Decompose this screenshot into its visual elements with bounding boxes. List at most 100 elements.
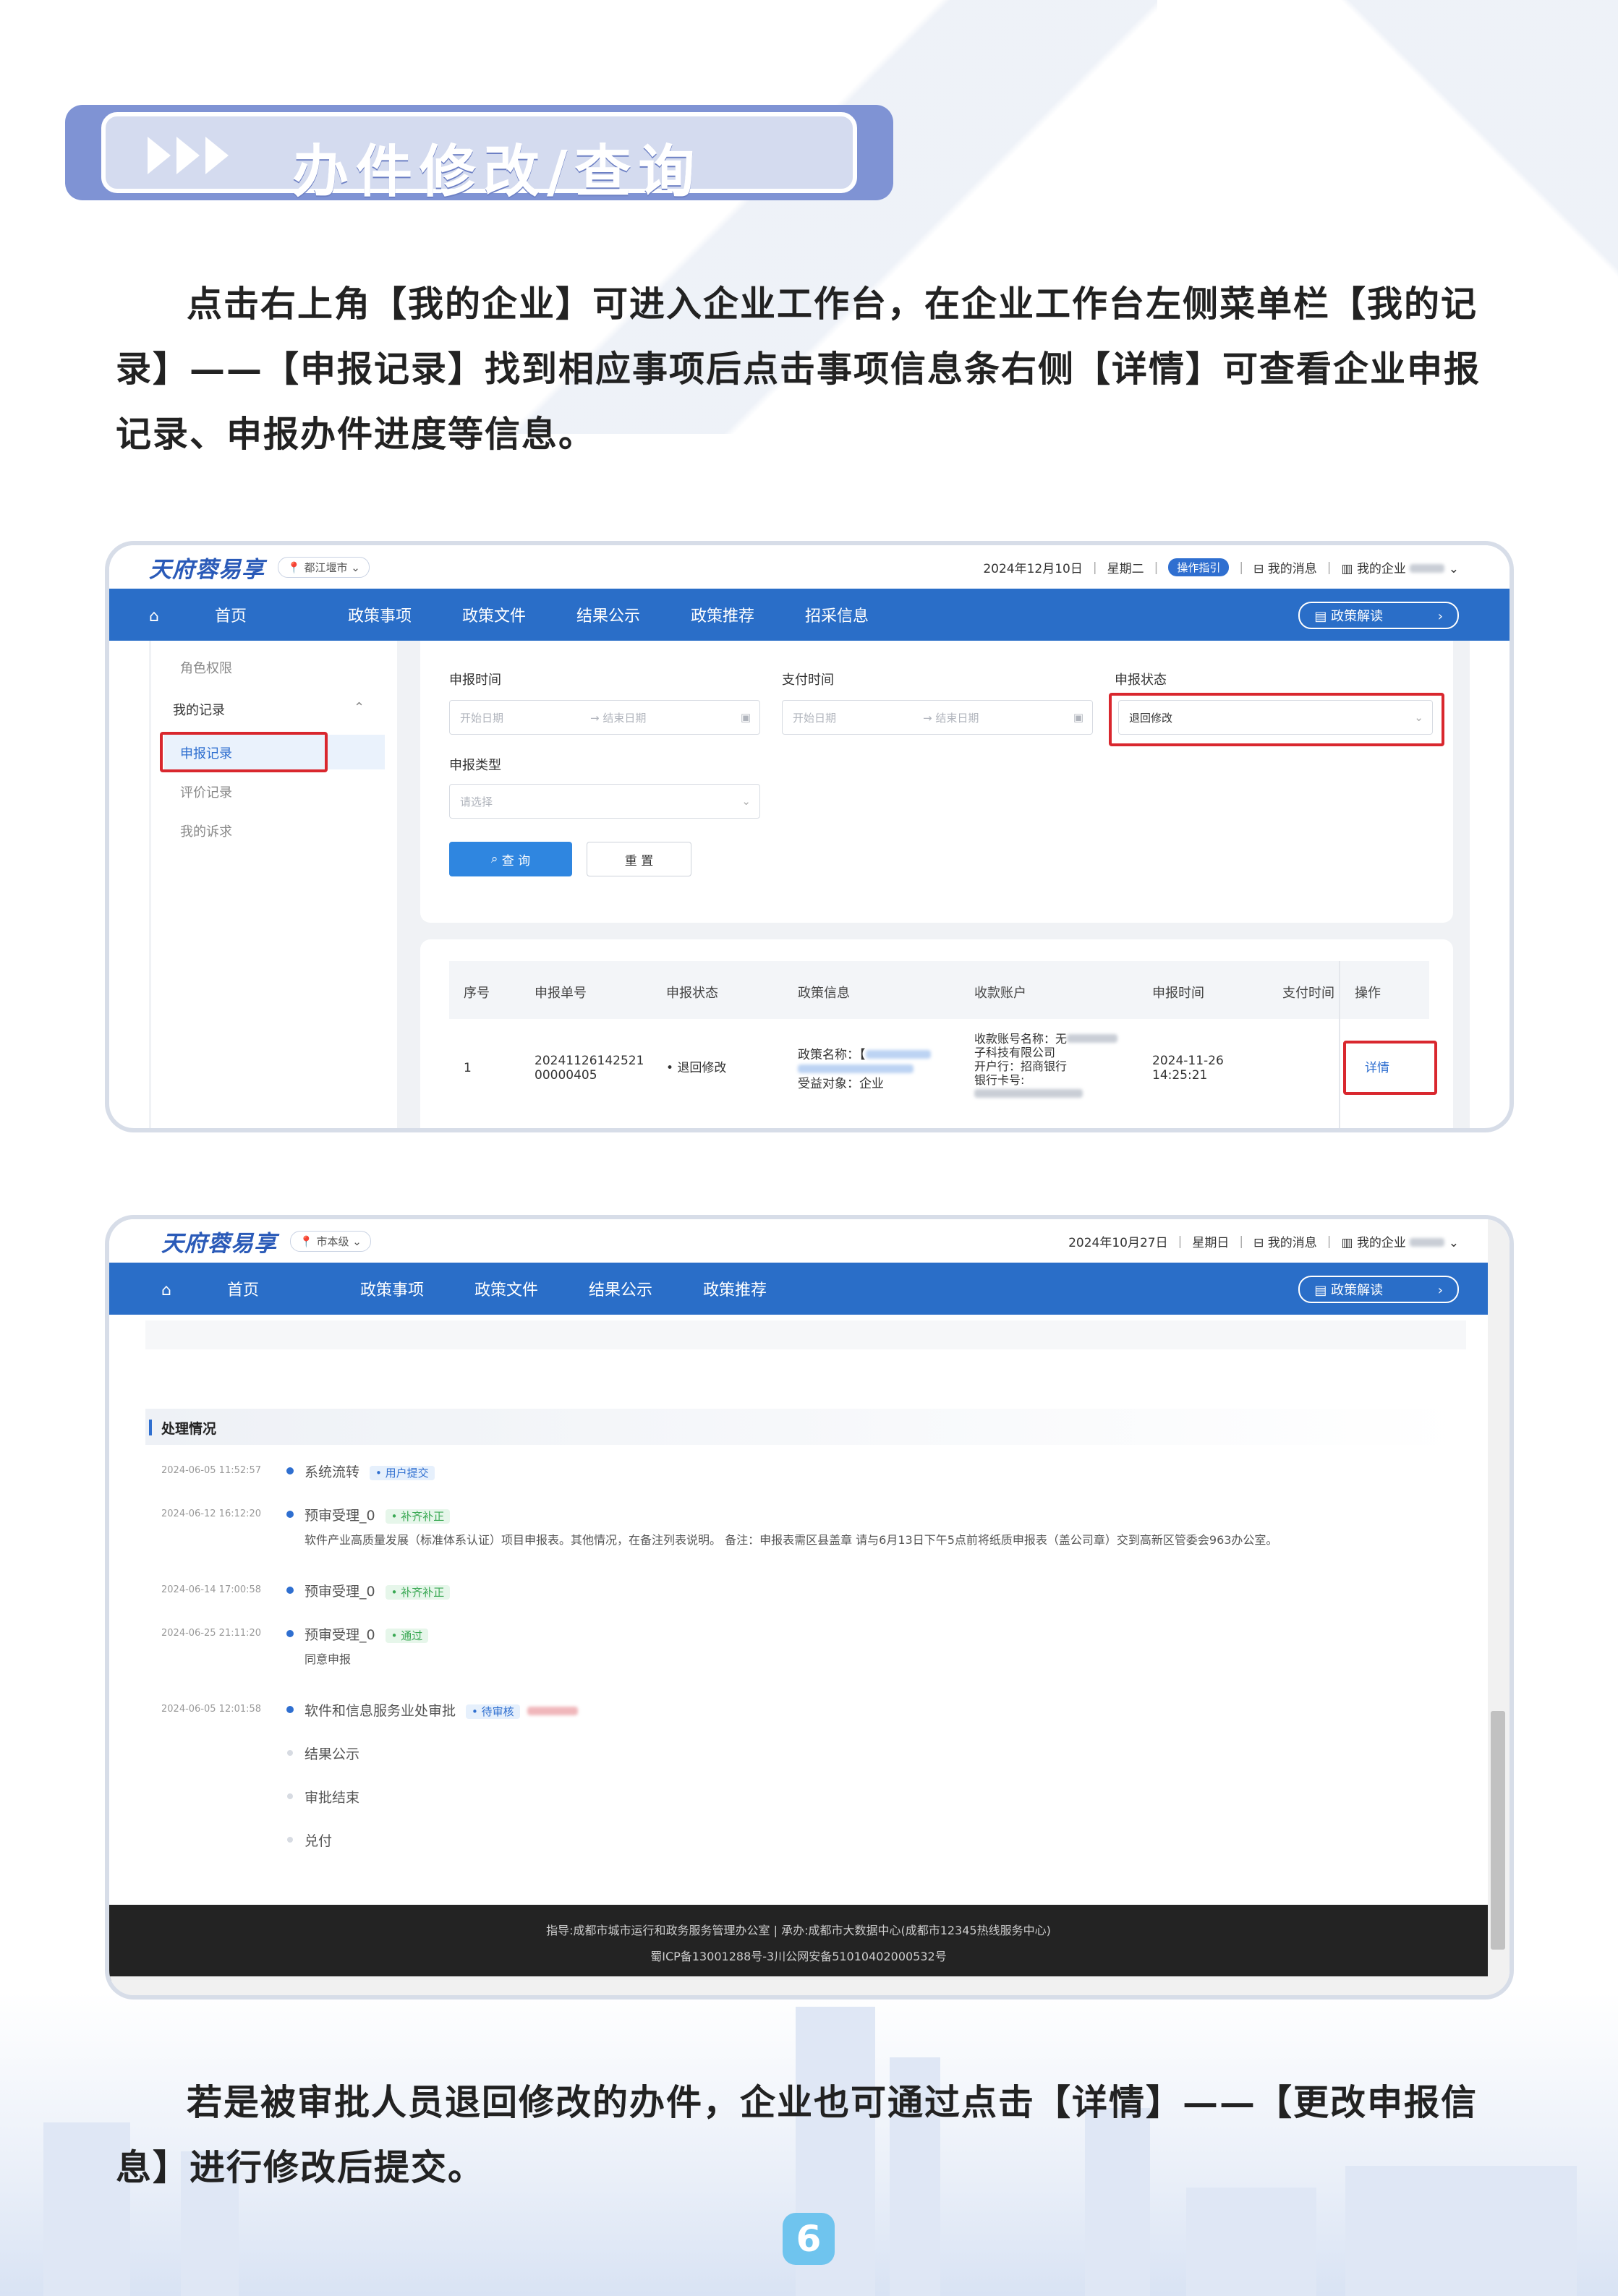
col-account: 收款账户	[974, 986, 1026, 1001]
current-date: 2024年10月27日	[1068, 1236, 1168, 1250]
row-apply-time: 2024-11-26 14:25:21	[1152, 1054, 1224, 1083]
timeline-step: 软件和信息服务业处审批 • 待审核	[305, 1700, 578, 1720]
message-icon: ⊟	[1253, 1236, 1264, 1250]
nav-results[interactable]: 结果公示	[576, 603, 640, 626]
row-policy: 政策名称：【 受益对象：企业	[798, 1048, 950, 1091]
timeline-step: 预审受理_0 • 通过	[305, 1624, 429, 1644]
chevron-up-icon: ⌃	[354, 700, 365, 715]
home-icon: ⌂	[149, 607, 159, 626]
nav-policy-items[interactable]: 政策事项	[360, 1277, 424, 1300]
menu-appeals[interactable]: 我的诉求	[180, 821, 232, 840]
calendar-icon: ▣	[740, 711, 751, 724]
guide-button[interactable]: 操作指引	[1168, 558, 1230, 576]
pay-time-label: 支付时间	[782, 673, 834, 688]
highlight-status	[1109, 693, 1444, 746]
nav-procurement[interactable]: 招采信息	[805, 603, 869, 626]
timeline-date: 2024-06-14 17:00:58	[161, 1584, 262, 1595]
row-index: 1	[464, 1061, 472, 1075]
site-logo: 天府蓉易享	[161, 1230, 277, 1257]
policy-interpret-button[interactable]: ▤ 政策解读 ›	[1298, 602, 1459, 629]
site-footer: 指导:成都市城市运行和政务服务管理办公室 | 承办:成都市大数据中心(成都市12…	[109, 1905, 1488, 1981]
apply-time-range[interactable]: 开始日期 → 结束日期 ▣	[449, 700, 760, 735]
building-icon: ▥	[1341, 1236, 1353, 1250]
home-icon: ⌂	[161, 1281, 171, 1299]
message-icon: ⊟	[1253, 562, 1264, 576]
nav-recommend[interactable]: 政策推荐	[703, 1277, 767, 1300]
sidebar-menu: 角色权限 我的记录 ⌃ 申报记录 评价记录 我的诉求	[151, 641, 397, 1128]
col-status: 申报状态	[666, 986, 718, 1001]
nav-results[interactable]: 结果公示	[589, 1277, 652, 1300]
site-logo: 天府蓉易享	[149, 556, 265, 583]
my-company-link[interactable]: ▥ 我的企业 ⌄	[1341, 558, 1459, 576]
timeline-note: 同意申报	[305, 1652, 352, 1666]
intro-paragraph: 点击右上角【我的企业】可进入企业工作台，在企业工作台左侧菜单栏【我的记录】——【…	[116, 283, 1481, 455]
section-title: 处理情况	[161, 1421, 217, 1437]
nav-home[interactable]: ⌂ 首页	[161, 1277, 310, 1300]
highlight-apply-records	[160, 732, 328, 772]
nav-policy-files[interactable]: 政策文件	[474, 1277, 538, 1300]
current-weekday: 星期二	[1107, 562, 1144, 576]
highlight-detail	[1343, 1041, 1437, 1095]
screenshot-apply-records: 天府蓉易享 📍 都江堰市 ⌄ 2024年12月10日 | 星期二 | 操作指引 | ⊟…	[105, 541, 1514, 1132]
col-policy: 政策信息	[798, 986, 850, 1001]
menu-eval-records[interactable]: 评价记录	[180, 782, 232, 801]
timeline-dot	[287, 1793, 293, 1799]
apply-status-label: 申报状态	[1115, 673, 1167, 688]
scrollbar[interactable]	[1488, 1219, 1510, 1995]
col-apply-time: 申报时间	[1152, 986, 1204, 1001]
location-selector[interactable]: 📍 都江堰市 ⌄	[278, 556, 370, 578]
messages-link[interactable]: ⊟ 我的消息	[1253, 558, 1317, 576]
row-account: 收款账号名称：无 子科技有限公司 开户行：招商银行 银行卡号:	[974, 1032, 1118, 1101]
timeline-pending: 兑付	[305, 1833, 333, 1849]
heading-banner: 办件修改/查询	[65, 105, 893, 205]
pay-time-range[interactable]: 开始日期 → 结束日期 ▣	[782, 700, 1093, 735]
timeline-dot	[286, 1630, 294, 1637]
footer-line: 指导:成都市城市运行和政务服务管理办公室 | 承办:成都市大数据中心(成都市12…	[546, 1924, 1051, 1937]
heading-title: 办件修改/查询	[292, 140, 702, 205]
timeline-date: 2024-06-25 21:11:20	[161, 1628, 262, 1639]
footer-line: 蜀ICP备13001288号-3川公网安备51010402000532号	[650, 1950, 947, 1963]
col-number: 申报单号	[535, 986, 587, 1001]
timeline-date: 2024-06-05 11:52:57	[161, 1465, 262, 1476]
col-index: 序号	[464, 986, 490, 1001]
nav-policy-items[interactable]: 政策事项	[348, 603, 412, 626]
timeline-dot	[286, 1706, 294, 1713]
current-weekday: 星期日	[1192, 1236, 1230, 1250]
timeline-dot	[287, 1750, 293, 1756]
timeline-dot	[286, 1511, 294, 1518]
current-date: 2024年12月10日	[983, 562, 1083, 576]
closing-paragraph: 若是被审批人员退回修改的办件，企业也可通过点击【详情】——【更改申报信息】进行修…	[116, 2081, 1478, 2188]
menu-my-records[interactable]: 我的记录	[173, 700, 225, 719]
timeline-dot	[286, 1467, 294, 1475]
page-number: 6	[783, 2213, 835, 2265]
nav-policy-files[interactable]: 政策文件	[462, 603, 526, 626]
reset-button[interactable]: 重 置	[587, 842, 691, 876]
timeline-step: 系统流转 • 用户提交	[305, 1461, 435, 1481]
chevron-down-icon: ⌄	[741, 795, 751, 808]
policy-interpret-button[interactable]: ▤ 政策解读 ›	[1298, 1276, 1459, 1303]
col-action: 操作	[1355, 986, 1381, 1001]
nav-home[interactable]: ⌂ 首页	[149, 603, 297, 626]
apply-type-label: 申报类型	[449, 758, 501, 773]
row-status: • 退回修改	[666, 1061, 727, 1075]
menu-role[interactable]: 角色权限	[180, 658, 232, 677]
my-company-link[interactable]: ▥ 我的企业 ⌄	[1341, 1232, 1459, 1250]
location-selector[interactable]: 📍 市本级 ⌄	[290, 1230, 371, 1252]
timeline-step: 预审受理_0 • 补齐补正	[305, 1581, 451, 1600]
triple-arrow-icon	[148, 137, 229, 174]
building-icon: ▥	[1341, 562, 1353, 576]
filter-panel: 申报时间 开始日期 → 结束日期 ▣ 支付时间 开始日期 → 结束日期 ▣ 申报状态 退…	[420, 641, 1453, 923]
timeline-date: 2024-06-05 12:01:58	[161, 1704, 262, 1715]
timeline-dot	[287, 1837, 293, 1843]
messages-link[interactable]: ⊟ 我的消息	[1253, 1232, 1317, 1250]
search-icon: ⌕	[490, 852, 498, 866]
timeline-dot	[286, 1587, 294, 1594]
search-button[interactable]: ⌕ 查 询	[449, 842, 572, 876]
nav-recommend[interactable]: 政策推荐	[691, 603, 754, 626]
apply-type-select[interactable]: 请选择 ⌄	[449, 784, 760, 819]
records-table: 序号 申报单号 申报状态 政策信息 收款账户 申报时间 支付时间 操作 1 20…	[420, 939, 1453, 1128]
horizontal-scrollbar[interactable]	[109, 1976, 1510, 1995]
col-pay-time: 支付时间	[1282, 986, 1334, 1001]
apply-time-label: 申报时间	[449, 673, 501, 688]
timeline-date: 2024-06-12 16:12:20	[161, 1508, 262, 1519]
